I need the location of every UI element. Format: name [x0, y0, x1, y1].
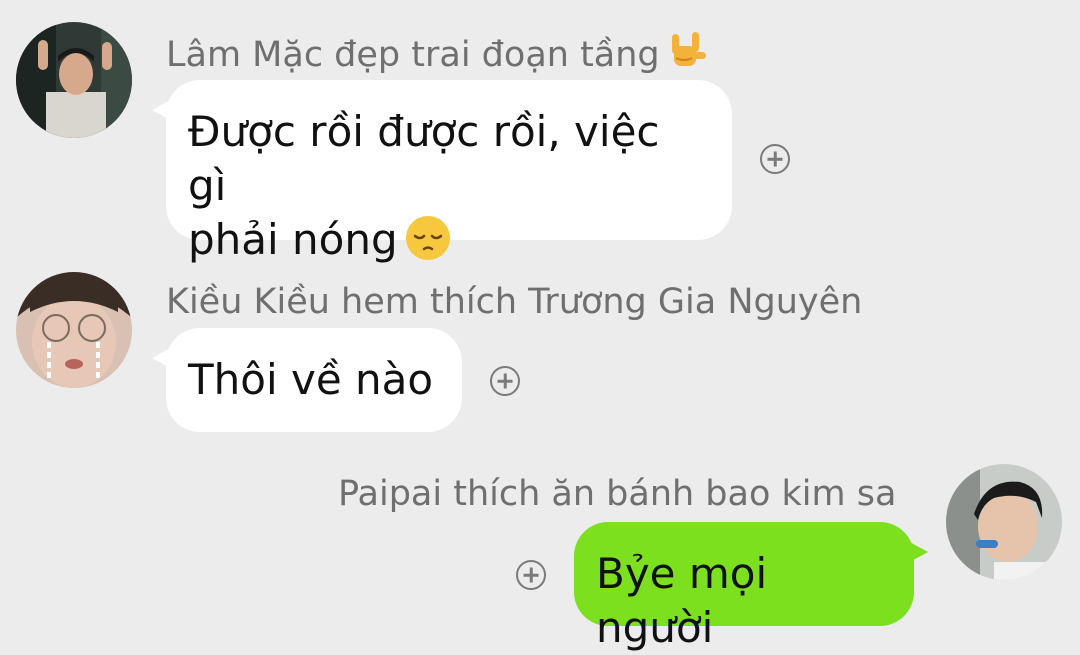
- message-bubble[interactable]: Được rồi được rồi, việc gì phải nóng: [152, 80, 732, 264]
- message-text: Bỷe mọi người: [596, 549, 768, 652]
- add-reaction-icon[interactable]: [760, 144, 790, 174]
- sender-name: Paipai thích ăn bánh bao kim sa: [338, 474, 897, 514]
- pensive-face-emoji-icon: [404, 214, 452, 262]
- message-bubble[interactable]: Bỷe mọi người: [574, 522, 928, 652]
- avatar[interactable]: [946, 464, 1062, 580]
- message-text: Thôi về nào: [188, 355, 434, 404]
- add-reaction-icon[interactable]: [516, 560, 546, 590]
- love-you-hand-emoji-icon: [666, 30, 708, 72]
- message-bubble[interactable]: Thôi về nào: [152, 328, 462, 432]
- message-text: phải nóng: [188, 213, 710, 267]
- sender-name: Kiều Kiều hem thích Trương Gia Nguyên: [166, 282, 863, 322]
- avatar[interactable]: [16, 272, 132, 388]
- avatar[interactable]: [16, 22, 132, 138]
- add-reaction-icon[interactable]: [490, 366, 520, 396]
- sender-name: Lâm Mặc đẹp trai đoạn tầng: [166, 30, 708, 75]
- message-text: Được rồi được rồi, việc gì: [188, 107, 660, 210]
